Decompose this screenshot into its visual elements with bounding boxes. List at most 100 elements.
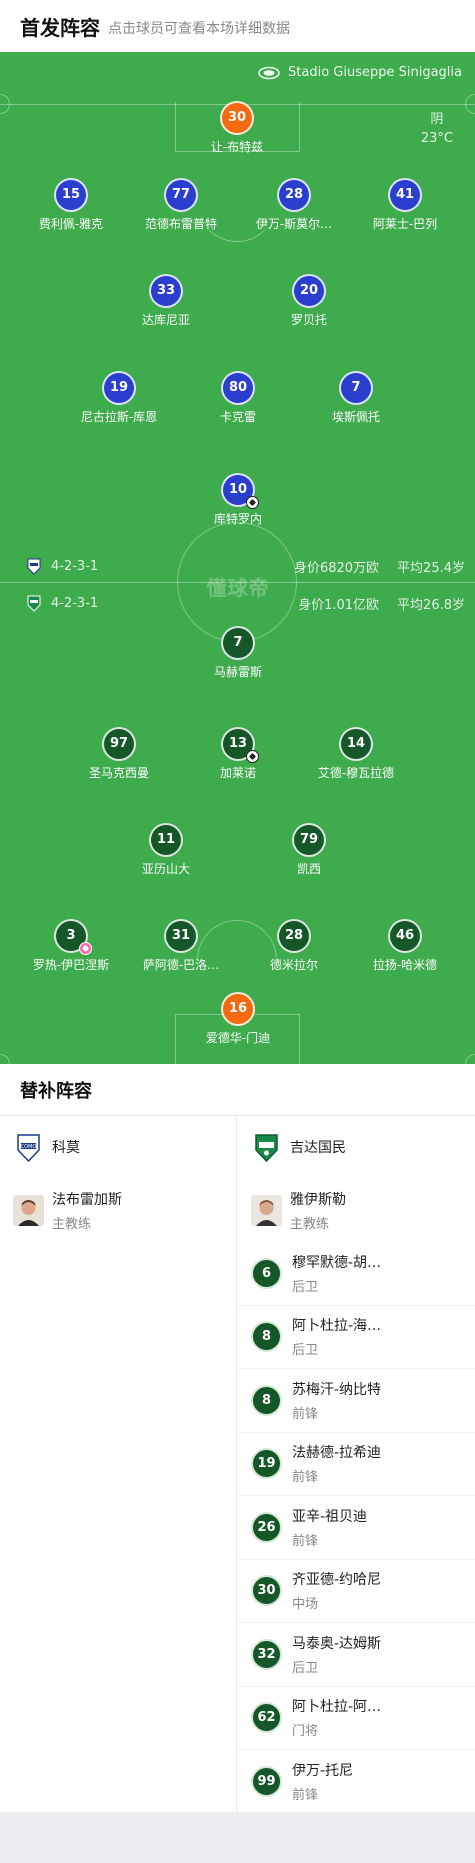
player-number-badge: 6 [251, 1257, 282, 1289]
player-number-badge: 77 [164, 178, 198, 212]
sub-player-item[interactable]: 26 亚辛-祖贝迪 前锋 [238, 1496, 475, 1560]
home-squad-value: 身价6820万欧 [293, 560, 380, 576]
lineup-header: 首发阵容 点击球员可查看本场详细数据 [0, 0, 475, 52]
player-name: 艾德-穆瓦拉德 [317, 766, 395, 780]
al-ahli-crest-icon [27, 595, 41, 612]
stadium-info: Stadio Giuseppe Sinigaglia [258, 65, 462, 80]
player-number-badge: 80 [221, 371, 255, 405]
player-number-badge: 19 [102, 371, 136, 405]
coach-avatar [13, 1194, 44, 1226]
sub-player-item[interactable]: 19 法赫德-拉希迪 前锋 [238, 1433, 475, 1496]
player-name: 苏梅汗-纳比特 [292, 1381, 382, 1398]
home-formation: 4-2-3-1 [51, 558, 99, 574]
player-away-28[interactable]: 28 德米拉尔 [234, 919, 354, 973]
player-position: 后卫 [292, 1343, 319, 1359]
player-name: 齐亚德-约哈尼 [292, 1572, 382, 1589]
sub-player-item[interactable]: 62 阿卜杜拉-阿… 门将 [238, 1687, 475, 1750]
sub-player-item[interactable]: 99 伊万-托尼 前锋 [238, 1750, 475, 1814]
own-goal-ball-icon [79, 942, 92, 955]
away-average-age: 平均26.8岁 [397, 597, 465, 613]
player-number-badge: 41 [388, 178, 422, 212]
player-away-46[interactable]: 46 拉扬-哈米德 [345, 919, 465, 973]
pitch: Stadio Giuseppe Sinigaglia 阴 23°C 懂球帝 4-… [0, 52, 475, 1064]
player-home-15[interactable]: 15 费利佩-雅克 [11, 178, 131, 232]
player-position: 门将 [292, 1724, 319, 1740]
away-coach[interactable]: 雅伊斯勒 主教练 [238, 1178, 475, 1242]
player-home-77[interactable]: 77 范德布雷普特 [121, 178, 241, 232]
player-number-badge: 13 [221, 727, 259, 763]
player-home-10[interactable]: 10 库特罗内 [178, 473, 298, 527]
home-coach[interactable]: 法布雷加斯 主教练 [0, 1178, 236, 1242]
player-number-badge: 10 [221, 473, 259, 509]
player-position: 前锋 [292, 1533, 319, 1549]
stadium-icon [258, 66, 280, 79]
sub-player-item[interactable]: 8 苏梅汗-纳比特 前锋 [238, 1369, 475, 1433]
player-away-31[interactable]: 31 萨阿德-巴洛… [121, 919, 241, 973]
player-number-badge: 30 [220, 101, 254, 135]
player-name: 罗热-伊巴涅斯 [32, 958, 110, 972]
player-home-28[interactable]: 28 伊万-斯莫尔… [234, 178, 354, 232]
player-number-badge: 26 [251, 1511, 282, 1543]
player-away-97[interactable]: 97 圣马克西曼 [59, 727, 179, 781]
player-home-41[interactable]: 41 阿莱士-巴列 [345, 178, 465, 232]
player-name: 伊万-斯莫尔… [255, 217, 333, 231]
player-number-badge: 79 [292, 823, 326, 857]
away-squad-value: 身价1.01亿欧 [298, 597, 380, 613]
player-position: 后卫 [292, 1279, 319, 1295]
player-number-badge: 28 [277, 919, 311, 953]
player-name: 埃斯佩托 [331, 410, 380, 424]
player-away-13[interactable]: 13 加莱诺 [178, 727, 298, 781]
away-team-line[interactable]: 吉达国民 [238, 1116, 475, 1178]
sub-player-item[interactable]: 6 穆罕默德-胡… 后卫 [238, 1242, 475, 1306]
player-home-20[interactable]: 20 罗贝托 [249, 274, 369, 328]
sub-player-item[interactable]: 32 马泰奥-达姆斯 后卫 [238, 1623, 475, 1687]
player-home-19[interactable]: 19 尼古拉斯-库恩 [59, 371, 179, 425]
player-home-7[interactable]: 7 埃斯佩托 [296, 371, 416, 425]
away-subs-column: 吉达国民 雅伊斯勒 主教练 6 穆罕默德-胡… 后卫 8 阿卜杜拉-海… 后卫 8 … [238, 1116, 475, 1812]
player-number-badge: 32 [251, 1638, 282, 1670]
player-name: 尼古拉斯-库恩 [80, 410, 158, 424]
player-name: 阿卜杜拉-阿… [292, 1699, 382, 1716]
player-away-79[interactable]: 79 凯西 [249, 823, 369, 877]
player-number-badge: 33 [149, 274, 183, 308]
player-home-30[interactable]: 30 让-布特兹 [177, 101, 297, 155]
player-number-badge: 30 [251, 1575, 282, 1607]
player-name: 范德布雷普特 [144, 217, 217, 231]
player-away-14[interactable]: 14 艾德-穆瓦拉德 [296, 727, 416, 781]
player-number-badge: 19 [251, 1448, 282, 1480]
player-position: 前锋 [292, 1788, 319, 1804]
player-number-badge: 15 [54, 178, 88, 212]
home-team-line[interactable]: COMO 科莫 [0, 1116, 236, 1178]
player-number-badge: 7 [339, 371, 373, 405]
player-name: 马泰奥-达姆斯 [292, 1635, 382, 1652]
player-number-badge: 16 [221, 992, 255, 1026]
coach-name: 雅伊斯勒 [290, 1191, 346, 1208]
player-away-7[interactable]: 7 马赫雷斯 [178, 626, 298, 680]
player-number-badge: 7 [221, 626, 255, 660]
away-team-summary: 4-2-3-1 身价1.01亿欧 平均26.8岁 [25, 593, 465, 613]
player-home-80[interactable]: 80 卡克雷 [178, 371, 298, 425]
sub-player-item[interactable]: 30 齐亚德-约哈尼 中场 [238, 1560, 475, 1623]
player-name: 亚辛-祖贝迪 [292, 1508, 368, 1525]
player-number-badge: 11 [149, 823, 183, 857]
player-number-badge: 8 [251, 1384, 282, 1416]
player-name: 法赫德-拉希迪 [292, 1445, 382, 1462]
player-home-33[interactable]: 33 达库尼亚 [106, 274, 226, 328]
player-name: 马赫雷斯 [213, 665, 262, 679]
sub-player-item[interactable]: 8 阿卜杜拉-海… 后卫 [238, 1306, 475, 1369]
player-position: 中场 [292, 1597, 319, 1613]
player-number-badge: 28 [277, 178, 311, 212]
player-position: 后卫 [292, 1660, 319, 1676]
page-title: 首发阵容 [20, 15, 100, 40]
player-number-badge: 14 [339, 727, 373, 761]
home-average-age: 平均25.4岁 [397, 560, 465, 576]
player-name: 阿莱士-巴列 [372, 217, 438, 231]
player-away-11[interactable]: 11 亚历山大 [106, 823, 226, 877]
player-away-16[interactable]: 16 爱德华-门迪 [178, 992, 298, 1046]
player-away-3[interactable]: 3 罗热-伊巴涅斯 [11, 919, 131, 973]
player-number-badge: 8 [251, 1321, 282, 1353]
player-number-badge: 97 [102, 727, 136, 761]
home-team-summary: 4-2-3-1 身价6820万欧 平均25.4岁 [25, 556, 465, 576]
player-name: 凯西 [296, 862, 321, 876]
player-name: 德米拉尔 [269, 958, 318, 972]
